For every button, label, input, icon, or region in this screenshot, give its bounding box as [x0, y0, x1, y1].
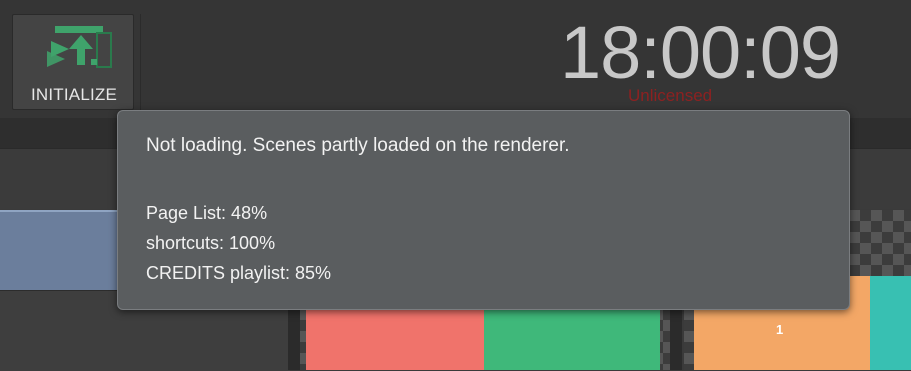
clock-display: 18:00:09 — [560, 11, 841, 94]
tooltip-item: CREDITS playlist: 85% — [146, 263, 332, 283]
loading-status-tooltip: Not loading. Scenes partly loaded on the… — [117, 110, 850, 310]
thumbnail-tile — [484, 310, 660, 370]
initialize-button[interactable]: INITIALIZE — [12, 14, 134, 110]
tooltip-item: Page List: 48% — [146, 203, 268, 223]
toolbar-divider — [140, 14, 141, 110]
tooltip-title: Not loading. Scenes partly loaded on the… — [146, 135, 570, 156]
top-toolbar: INITIALIZE 18:00:09 Unlicensed — [0, 0, 911, 118]
license-status: Unlicensed — [628, 86, 713, 105]
thumbnail-tile — [306, 310, 484, 370]
initialize-label: INITIALIZE — [30, 85, 118, 104]
thumbnail-number: 1 — [776, 322, 784, 337]
thumbnail-tile — [870, 276, 911, 370]
initialize-icon — [47, 26, 112, 68]
tooltip-item: shortcuts: 100% — [146, 233, 276, 253]
